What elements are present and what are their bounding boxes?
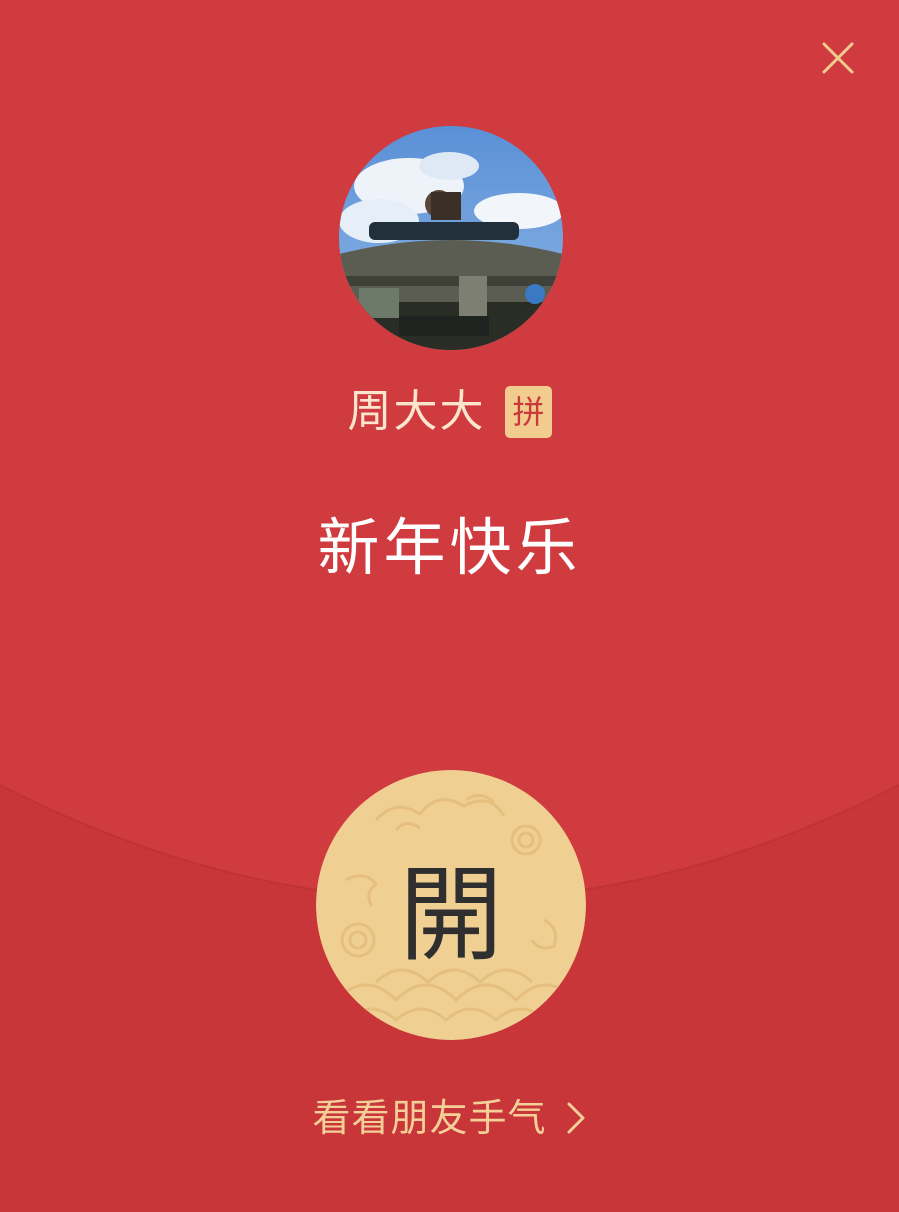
view-friends-luck-label: 看看朋友手气 <box>312 1096 547 1140</box>
open-red-packet-button[interactable]: 開 <box>316 770 586 1040</box>
close-button[interactable] <box>814 34 862 82</box>
group-red-packet-badge: 拼 <box>505 386 552 438</box>
avatar-photo <box>339 126 563 350</box>
close-icon <box>822 42 854 74</box>
sender-name: 周大大 <box>347 386 486 437</box>
sender-row: 周大大 拼 <box>0 382 899 442</box>
open-label: 開 <box>398 853 503 976</box>
chevron-right-icon <box>567 1102 584 1134</box>
avatar <box>339 126 563 350</box>
view-friends-luck-link[interactable]: 看看朋友手气 <box>0 1088 899 1148</box>
red-envelope: 周大大 拼 新年快乐 開 看看朋友手气 <box>0 0 899 1212</box>
greeting-message: 新年快乐 <box>317 511 582 584</box>
